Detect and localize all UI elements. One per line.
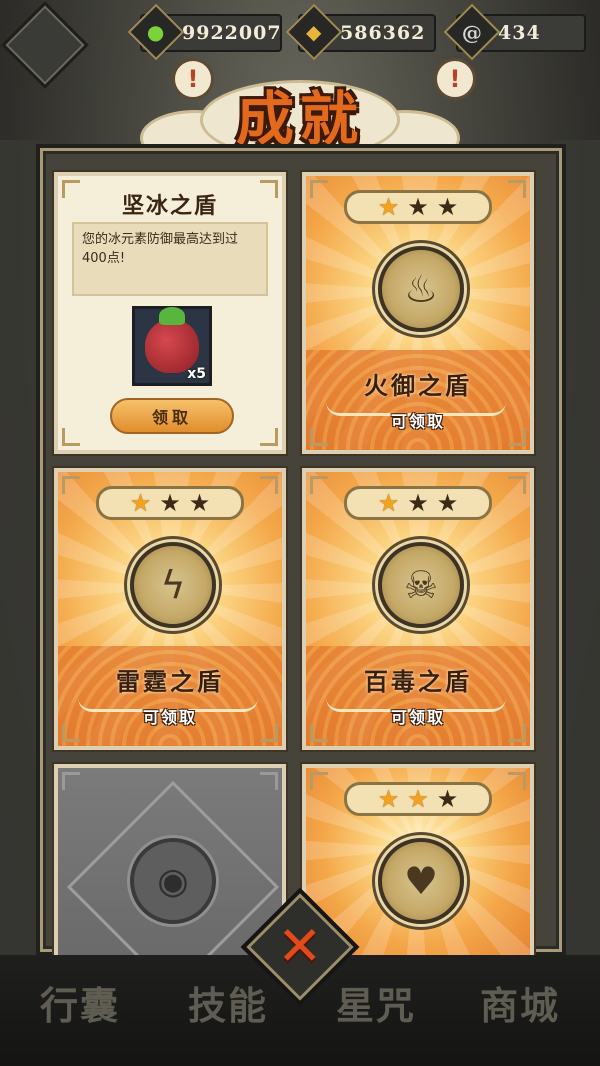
skull-shield-icon: ☠ [378,542,464,628]
eye-icon: ◉ [130,838,216,924]
nav-star-spell[interactable]: 星咒 [336,975,416,1030]
achievement-name: 百毒之盾 [364,667,472,696]
claimable-status: 可领取 [142,708,197,727]
nav-bag[interactable]: 行囊 [40,975,120,1030]
achievement-description: 您的冰元素防御最高达到过400点! [72,222,268,296]
flame-shield-icon: ♨ [378,246,464,332]
currency-green-gem: ● 9922007 [127,3,282,61]
achievement-card-fire[interactable]: ★ ★ ★ ♨ 火御之盾 可领取 [302,172,534,454]
achievement-card-poison[interactable]: ★ ★ ★ ☠ 百毒之盾 可领取 [302,468,534,750]
achievement-title: 坚冰之盾 [121,193,218,219]
star-icon: ★ [407,193,429,221]
gold-coin-icon: ◆ [285,3,343,61]
currency-value: 9922007 [182,22,282,44]
achievement-panel: 坚冰之盾 您的冰元素防御最高达到过400点! x5 领取 ★ ★ ★ ♨ 火御之… [36,144,566,994]
star-icon: ★ [436,193,459,221]
top-bar: ● 9922007 ◆ 586362 @ 434 [0,0,600,89]
star-icon: ★ [188,489,211,517]
star-icon: ★ [159,489,181,517]
currency-gold-coin: ◆ 586362 [285,3,436,61]
achievement-name: 火御之盾 [364,371,472,400]
nav-skills[interactable]: 技能 [188,975,268,1030]
achievement-detail-card[interactable]: 坚冰之盾 您的冰元素防御最高达到过400点! x5 领取 [54,172,286,454]
currency-value: 434 [498,22,541,44]
lucky-bag-icon [145,307,199,373]
lightning-shield-icon: ϟ [130,542,216,628]
star-rating: ★ ★ ★ [344,782,492,816]
achievement-name: 雷霆之盾 [116,667,224,696]
claim-button[interactable]: 领取 [110,398,234,434]
star-icon: ★ [407,785,429,813]
star-rating: ★ ★ ★ [96,486,244,520]
currency-value: 586362 [340,22,426,44]
claimable-status: 可领取 [390,708,445,727]
achievement-card-locked[interactable]: ◉ [54,764,286,994]
green-gem-icon: ● [127,3,185,61]
currency-silver-spiral: @ 434 [443,3,586,61]
silver-spiral-icon: @ [443,3,501,61]
claimable-status: 可领取 [390,412,445,431]
star-icon: ★ [436,785,459,813]
star-icon: ★ [377,489,400,517]
star-icon: ★ [129,489,152,517]
heart-icon: ♥ [378,838,464,924]
star-rating: ★ ★ ★ [344,190,492,224]
reward-item[interactable]: x5 [132,306,212,386]
nav-shop[interactable]: 商城 [480,975,560,1030]
star-icon: ★ [377,785,400,813]
reward-count: x5 [187,366,206,382]
star-icon: ★ [377,193,400,221]
star-icon: ★ [436,489,459,517]
close-icon: ✕ [277,915,323,978]
star-icon: ★ [407,489,429,517]
achievement-card-thunder[interactable]: ★ ★ ★ ϟ 雷霆之盾 可领取 [54,468,286,750]
star-rating: ★ ★ ★ [344,486,492,520]
